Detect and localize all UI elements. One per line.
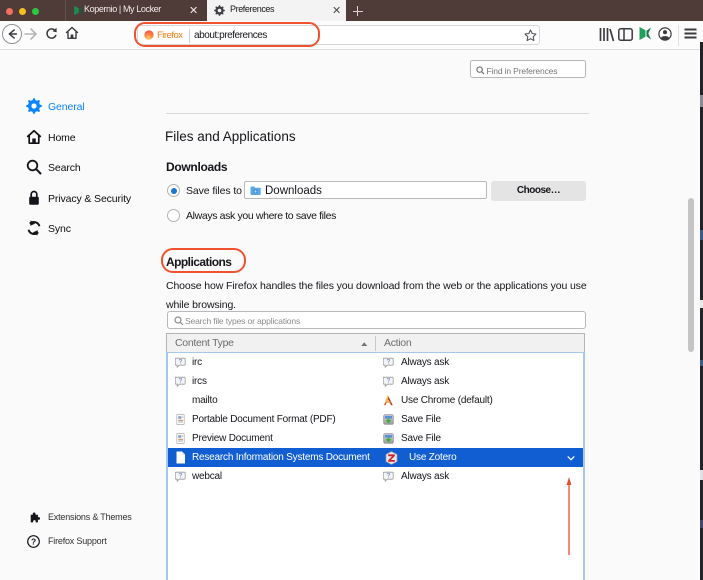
svg-text:?: ? (387, 473, 391, 480)
svg-text:?: ? (387, 359, 391, 366)
svg-text:?: ? (178, 473, 182, 480)
svg-text:?: ? (387, 378, 391, 385)
svg-text:?: ? (31, 536, 36, 546)
svg-text:?: ? (178, 378, 182, 385)
svg-text:?: ? (178, 359, 182, 366)
